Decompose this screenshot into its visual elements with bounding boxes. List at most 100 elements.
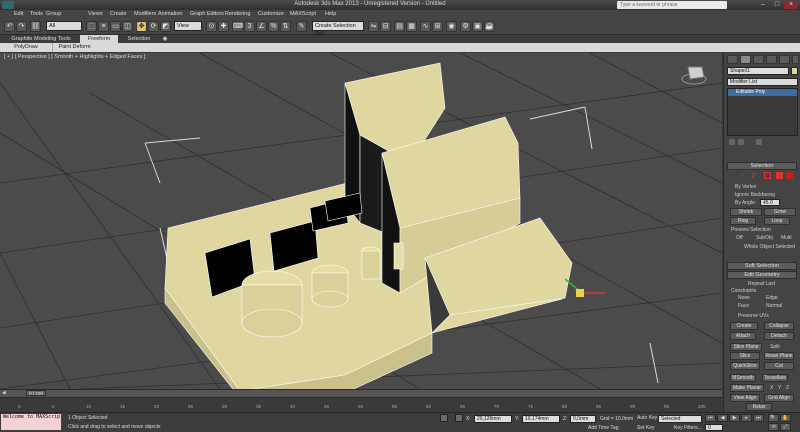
spinner-snap-icon[interactable]: ⇅ <box>280 21 291 32</box>
maximize-button[interactable]: □ <box>770 1 784 9</box>
z-coordinate-field[interactable]: 0,0mm <box>570 415 596 423</box>
menu-graph-editors[interactable]: Graph Editors <box>190 11 224 17</box>
polygon-subobject-icon[interactable] <box>776 172 783 179</box>
msmooth-button[interactable]: MSmooth <box>730 374 756 382</box>
ignore-backfacing-checkbox[interactable]: Ignore Backfacing <box>735 192 775 198</box>
rendered-frame-icon[interactable]: ▣ <box>472 21 483 32</box>
edge-subobject-icon[interactable]: ◸ <box>752 172 759 179</box>
menu-group[interactable]: Group <box>46 11 61 17</box>
constraint-edge-radio[interactable]: Edge <box>766 295 778 301</box>
named-selection-dropdown[interactable]: Create Selection Set <box>312 21 364 37</box>
grid-align-button[interactable]: Grid Align <box>764 394 794 402</box>
menu-views[interactable]: Views <box>88 11 103 17</box>
constraint-none-radio[interactable]: None <box>738 295 750 301</box>
manipulate-icon[interactable]: ✚ <box>218 21 229 32</box>
ring-button[interactable]: Ring <box>730 217 756 225</box>
goto-end-icon[interactable]: ⏭ <box>753 414 764 422</box>
preview-multi-radio[interactable]: Multi <box>781 235 792 241</box>
current-frame-field[interactable]: 0 <box>705 424 723 431</box>
tab-selection[interactable]: Selection <box>122 35 156 43</box>
ribbon-toggle-icon[interactable]: ◉ <box>160 35 170 43</box>
preview-subobj-radio[interactable]: SubObj <box>756 235 773 241</box>
absolute-mode-icon[interactable] <box>455 414 463 422</box>
render-setup-icon[interactable]: ⚙ <box>460 21 471 32</box>
constraint-normal-radio[interactable]: Normal <box>766 303 782 309</box>
grow-button[interactable]: Grow <box>764 208 796 216</box>
angle-snap-icon[interactable]: ∠ <box>256 21 267 32</box>
attach-button[interactable]: Attach <box>730 332 756 340</box>
menu-animation[interactable]: Animation <box>158 11 182 17</box>
selection-filter-dropdown[interactable]: All <box>46 21 82 31</box>
loop-button[interactable]: Loop <box>764 217 790 225</box>
show-end-result-icon[interactable] <box>738 139 744 145</box>
layer-icon[interactable]: ▤ <box>394 21 405 32</box>
reset-plane-button[interactable]: Reset Plane <box>764 352 794 360</box>
make-planar-button[interactable]: Make Planar <box>730 384 764 392</box>
rotate-icon[interactable]: ⟳ <box>148 21 159 32</box>
prev-frame-icon[interactable]: ◀ <box>2 390 12 396</box>
time-slider[interactable]: 0 / 100 <box>26 390 46 396</box>
tessellate-button[interactable]: Tessellate <box>762 374 788 382</box>
rect-region-icon[interactable]: ▭ <box>110 21 121 32</box>
schematic-view-icon[interactable]: ⊞ <box>432 21 443 32</box>
viewport-label[interactable]: [ + ] [ Perspective ] [ Smooth + Highlig… <box>4 54 145 60</box>
by-angle-checkbox[interactable]: By Angle: <box>735 200 756 206</box>
percent-snap-icon[interactable]: % <box>268 21 279 32</box>
window-crossing-icon[interactable]: ◫ <box>122 21 133 32</box>
material-editor-icon[interactable]: ◉ <box>446 21 457 32</box>
preview-off-radio[interactable]: Off <box>736 235 743 241</box>
menu-modifiers[interactable]: Modifiers <box>134 11 156 17</box>
border-subobject-icon[interactable] <box>764 172 771 179</box>
y-coordinate-field[interactable]: 10,174mm <box>522 415 560 423</box>
add-time-tag-button[interactable]: Add Time Tag <box>588 425 618 431</box>
lock-selection-icon[interactable] <box>440 414 448 422</box>
select-object-icon[interactable]: ⬚ <box>86 21 97 32</box>
planar-y-button[interactable]: Y <box>778 385 781 391</box>
transform-gizmo[interactable] <box>564 278 605 297</box>
by-vertex-checkbox[interactable]: By Vertex <box>735 184 756 190</box>
rollout-edit-geometry[interactable]: Edit Geometry <box>727 271 797 279</box>
key-mode-dropdown[interactable]: Selected <box>658 415 702 423</box>
redo-icon[interactable]: ↷ <box>16 21 27 32</box>
planar-x-button[interactable]: X <box>770 385 773 391</box>
snap-icon[interactable]: 3 <box>244 21 255 32</box>
stack-item-editable-poly[interactable]: Editable Poly <box>728 89 797 96</box>
scale-icon[interactable]: ◩ <box>160 21 171 32</box>
view-align-button[interactable]: View Align <box>730 394 760 402</box>
select-by-name-icon[interactable]: ≡ <box>98 21 109 32</box>
slice-plane-button[interactable]: Slice Plane <box>730 343 762 351</box>
maxscript-listener[interactable]: Welcome to MAXScrip <box>1 414 61 430</box>
collapse-button[interactable]: Collapse <box>764 322 794 330</box>
orbit-icon[interactable]: ⟲ <box>768 423 779 431</box>
menu-customize[interactable]: Customize <box>258 11 284 17</box>
repeat-last-button[interactable]: Repeat Last <box>748 281 775 287</box>
goto-start-icon[interactable]: ⏮ <box>705 414 716 422</box>
viewcube-icon[interactable] <box>681 66 707 85</box>
menu-edit[interactable]: Edit <box>14 11 23 17</box>
reference-coordinate-dropdown[interactable]: View <box>174 21 202 31</box>
utilities-tab-icon[interactable] <box>792 55 799 64</box>
menu-maxscript[interactable]: MAXScript <box>290 11 316 17</box>
perspective-viewport[interactable]: [ + ] [ Perspective ] [ Smooth + Highlig… <box>0 53 722 389</box>
display-tab-icon[interactable] <box>779 55 790 64</box>
quickslice-button[interactable]: QuickSlice <box>730 362 760 370</box>
cut-button[interactable]: Cut <box>764 362 794 370</box>
move-icon[interactable]: ✥ <box>136 21 147 32</box>
edit-named-selection-icon[interactable]: ✎ <box>296 21 307 32</box>
tab-graphite-modeling-tools[interactable]: Graphite Modeling Tools <box>6 35 76 43</box>
hierarchy-tab-icon[interactable] <box>753 55 764 64</box>
time-slider-track[interactable] <box>0 389 722 397</box>
pivot-center-icon[interactable]: ⊙ <box>206 21 217 32</box>
keyboard-shortcut-icon[interactable]: ⌨ <box>232 21 243 32</box>
constraint-face-radio[interactable]: Face <box>738 303 749 309</box>
align-icon[interactable]: ⊟ <box>380 21 391 32</box>
maximize-viewport-icon[interactable]: ⤢ <box>780 423 791 431</box>
slice-button[interactable]: Slice <box>730 352 760 360</box>
object-color-swatch[interactable] <box>791 67 798 75</box>
planar-z-button[interactable]: Z <box>786 385 789 391</box>
modify-tab-icon[interactable] <box>740 55 751 64</box>
element-subobject-icon[interactable] <box>786 172 793 179</box>
link-icon[interactable]: ⛓ <box>30 21 41 32</box>
menu-tools[interactable]: Tools <box>30 11 43 17</box>
auto-key-button[interactable]: Auto Key <box>637 415 657 421</box>
